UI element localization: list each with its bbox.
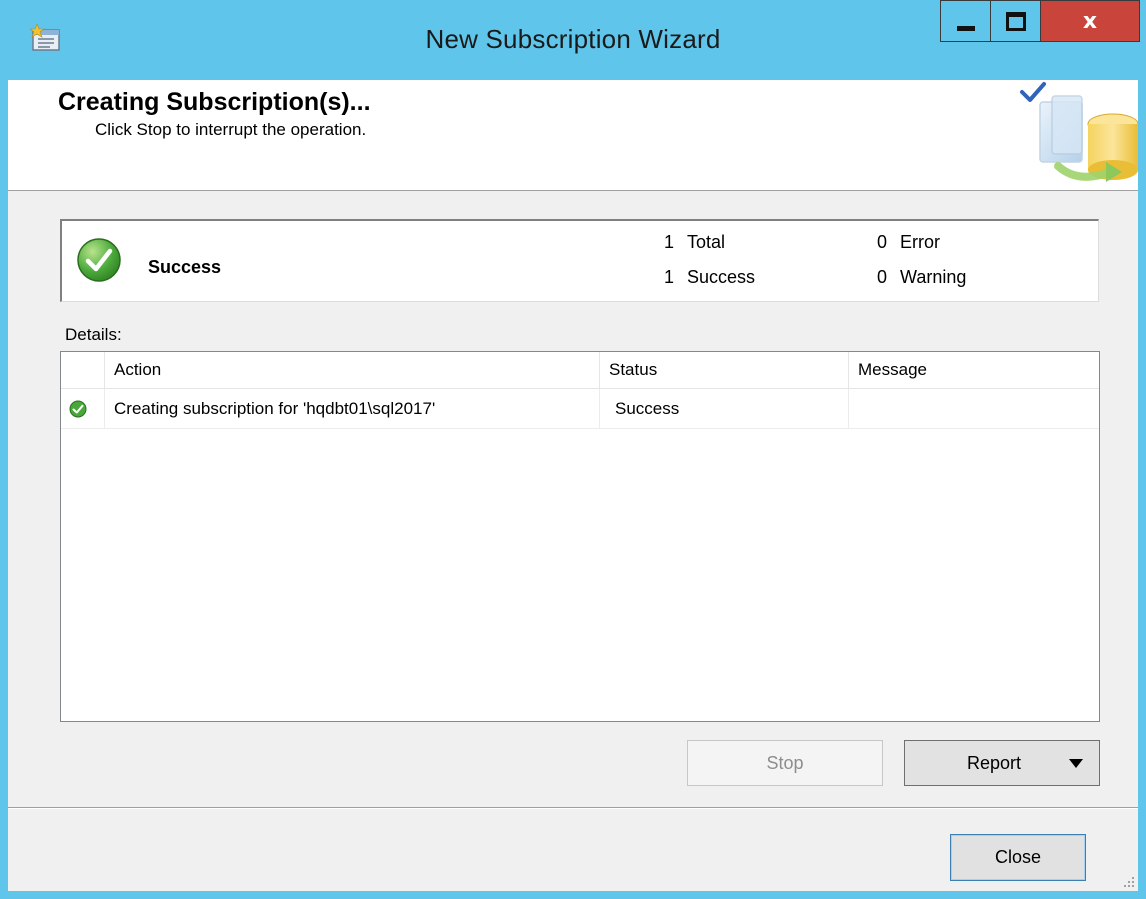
total-count: 1	[663, 232, 674, 252]
column-header-status[interactable]: Status	[600, 352, 849, 388]
page-title: Creating Subscription(s)...	[58, 88, 371, 116]
database-checkmark-graphic	[1020, 82, 1138, 182]
success-count: 1	[663, 267, 674, 287]
success-check-icon	[69, 400, 87, 418]
row-action: Creating subscription for 'hqdbt01\sql20…	[105, 389, 600, 428]
error-label: Error	[900, 232, 940, 252]
wizard-window: New Subscription Wizard x Creating Subsc…	[0, 0, 1146, 899]
details-grid[interactable]: Action Status Message Creating subscript…	[60, 351, 1100, 722]
details-label: Details:	[65, 325, 122, 344]
warning-label: Warning	[900, 267, 967, 287]
title-bar[interactable]: New Subscription Wizard x	[0, 0, 1146, 80]
table-row[interactable]: Creating subscription for 'hqdbt01\sql20…	[61, 389, 1099, 429]
summary-status: Success	[148, 257, 222, 277]
dropdown-arrow-icon[interactable]	[1069, 759, 1083, 768]
resize-grip-icon[interactable]	[1122, 875, 1136, 889]
minimize-icon	[956, 25, 975, 31]
minimize-button[interactable]	[940, 0, 991, 42]
stop-button[interactable]: Stop	[687, 740, 883, 786]
close-window-button[interactable]: x	[1040, 0, 1140, 42]
grid-header: Action Status Message	[61, 352, 1099, 389]
dialog-client-area: Creating Subscription(s)... Click Stop t…	[8, 80, 1138, 891]
success-label: Success	[687, 267, 756, 287]
maximize-button[interactable]	[990, 0, 1041, 42]
column-header-message[interactable]: Message	[849, 352, 1099, 388]
report-button-label: Report	[967, 753, 1022, 773]
column-header-action[interactable]: Action	[105, 352, 600, 388]
close-icon: x	[1082, 8, 1098, 34]
page-subtitle: Click Stop to interrupt the operation.	[95, 120, 367, 139]
warning-count: 0	[876, 267, 887, 287]
success-check-icon	[77, 238, 121, 282]
summary-panel: Success 1 Total 1 Success 0 Error 0 Warn…	[60, 219, 1099, 302]
wizard-header: Creating Subscription(s)... Click Stop t…	[8, 80, 1138, 191]
row-message	[849, 389, 1099, 428]
row-status: Success	[600, 389, 849, 428]
maximize-icon	[1005, 11, 1026, 31]
row-icon-cell	[61, 389, 105, 428]
error-count: 0	[876, 232, 887, 252]
footer-divider	[8, 807, 1138, 809]
total-label: Total	[687, 232, 726, 252]
close-button[interactable]: Close	[950, 834, 1086, 881]
column-header-icon[interactable]	[61, 352, 105, 388]
report-button[interactable]: Report	[904, 740, 1100, 786]
